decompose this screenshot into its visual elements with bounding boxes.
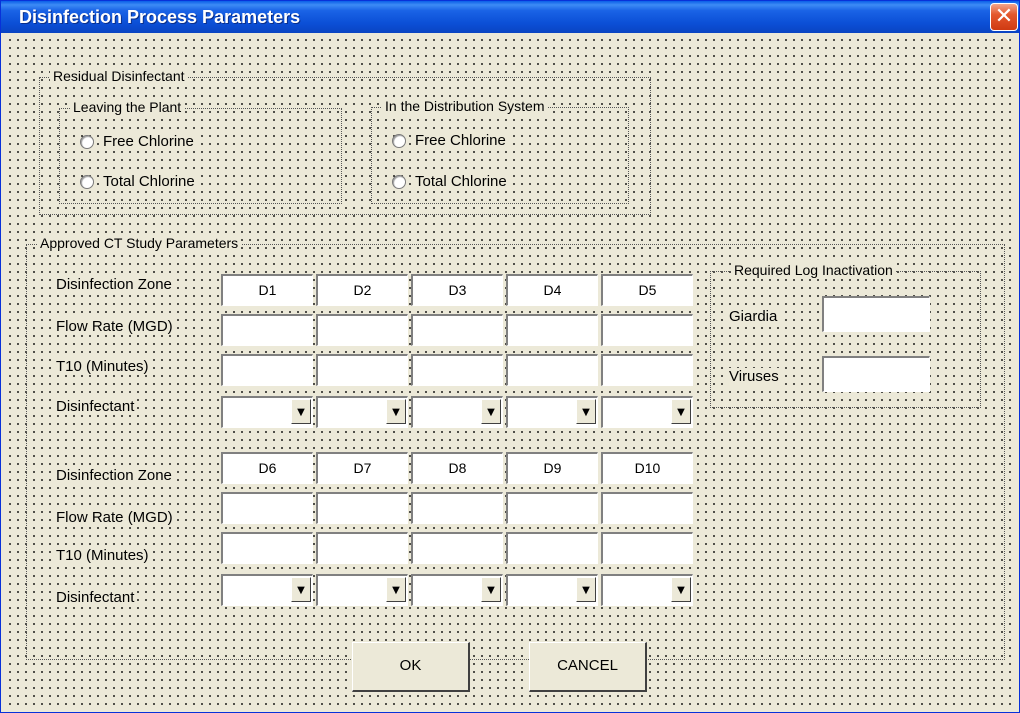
disinfectant-select-d2[interactable]: ▼ [316, 396, 408, 428]
flow-rate-input-d4[interactable] [506, 314, 598, 346]
radio-circle-icon [80, 134, 94, 149]
disinfectant-select-d3[interactable]: ▼ [411, 396, 503, 428]
ok-button[interactable]: OK [352, 642, 470, 692]
row-label-flow-rate-2: Flow Rate (MGD) [53, 509, 176, 526]
radio-label: Total Chlorine [101, 173, 197, 190]
dialog-window: Disinfection Process Parameters ✕ Residu… [0, 0, 1020, 713]
t10-input-d8[interactable] [411, 532, 503, 564]
zone-cell-d6[interactable]: D6 [221, 452, 313, 484]
viruses-input[interactable] [822, 356, 930, 392]
row-label-t10-2: T10 (Minutes) [53, 547, 152, 564]
t10-input-d9[interactable] [506, 532, 598, 564]
t10-input-d3[interactable] [411, 354, 503, 386]
window-title: Disinfection Process Parameters [19, 7, 301, 27]
dropdown-arrow-icon[interactable]: ▼ [481, 399, 501, 424]
radio-label: Free Chlorine [413, 132, 508, 149]
zone-cell-d2[interactable]: D2 [316, 274, 408, 306]
t10-input-d2[interactable] [316, 354, 408, 386]
zone-cell-d8[interactable]: D8 [411, 452, 503, 484]
leaving-free-chlorine-radio[interactable]: Free Chlorine [80, 133, 196, 150]
viruses-label: Viruses [726, 368, 782, 385]
flow-rate-input-d7[interactable] [316, 492, 408, 524]
dialog-client-area: Residual Disinfectant Leaving the Plant … [4, 34, 1016, 710]
dropdown-arrow-icon[interactable]: ▼ [576, 577, 596, 602]
disinfectant-select-d7[interactable]: ▼ [316, 574, 408, 606]
row-label-disinfectant-2: Disinfectant [53, 589, 138, 606]
radio-label: Free Chlorine [101, 133, 196, 150]
giardia-label: Giardia [726, 308, 781, 325]
t10-input-d6[interactable] [221, 532, 313, 564]
t10-input-d10[interactable] [601, 532, 693, 564]
zone-cell-d4[interactable]: D4 [506, 274, 598, 306]
disinfectant-select-d9[interactable]: ▼ [506, 574, 598, 606]
t10-input-d4[interactable] [506, 354, 598, 386]
row-label-disinfection-zone: Disinfection Zone [53, 276, 175, 293]
dropdown-arrow-icon[interactable]: ▼ [481, 577, 501, 602]
dropdown-arrow-icon[interactable]: ▼ [671, 399, 691, 424]
dropdown-arrow-icon[interactable]: ▼ [386, 399, 406, 424]
leaving-total-chlorine-radio[interactable]: Total Chlorine [80, 173, 197, 190]
t10-input-d5[interactable] [601, 354, 693, 386]
zone-cell-d7[interactable]: D7 [316, 452, 408, 484]
zone-cell-d3[interactable]: D3 [411, 274, 503, 306]
disinfectant-select-d10[interactable]: ▼ [601, 574, 693, 606]
flow-rate-input-d6[interactable] [221, 492, 313, 524]
leaving-plant-legend: Leaving the Plant [70, 99, 185, 115]
zone-cell-d1[interactable]: D1 [221, 274, 313, 306]
zone-cell-d9[interactable]: D9 [506, 452, 598, 484]
dropdown-arrow-icon[interactable]: ▼ [576, 399, 596, 424]
radio-circle-icon [392, 174, 406, 189]
ct-study-legend: Approved CT Study Parameters [37, 235, 242, 251]
distribution-system-legend: In the Distribution System [382, 98, 548, 114]
dropdown-arrow-icon[interactable]: ▼ [386, 577, 406, 602]
t10-input-d1[interactable] [221, 354, 313, 386]
radio-label: Total Chlorine [413, 173, 509, 190]
cancel-button[interactable]: CANCEL [529, 642, 647, 692]
disinfectant-select-d1[interactable]: ▼ [221, 396, 313, 428]
log-inactivation-legend: Required Log Inactivation [731, 262, 896, 278]
giardia-input[interactable] [822, 296, 930, 332]
close-icon: ✕ [994, 4, 1014, 29]
distribution-free-chlorine-radio[interactable]: Free Chlorine [392, 132, 508, 149]
distribution-total-chlorine-radio[interactable]: Total Chlorine [392, 173, 509, 190]
disinfectant-select-d4[interactable]: ▼ [506, 396, 598, 428]
dropdown-arrow-icon[interactable]: ▼ [291, 577, 311, 602]
disinfectant-select-d8[interactable]: ▼ [411, 574, 503, 606]
radio-circle-icon [80, 174, 94, 189]
row-label-disinfection-zone-2: Disinfection Zone [53, 467, 175, 484]
flow-rate-input-d1[interactable] [221, 314, 313, 346]
row-label-flow-rate: Flow Rate (MGD) [53, 318, 176, 335]
dropdown-arrow-icon[interactable]: ▼ [671, 577, 691, 602]
flow-rate-input-d9[interactable] [506, 492, 598, 524]
t10-input-d7[interactable] [316, 532, 408, 564]
title-bar[interactable]: Disinfection Process Parameters ✕ [1, 1, 1019, 33]
zone-cell-d10[interactable]: D10 [601, 452, 693, 484]
flow-rate-input-d5[interactable] [601, 314, 693, 346]
disinfectant-select-d6[interactable]: ▼ [221, 574, 313, 606]
row-label-disinfectant: Disinfectant [53, 398, 138, 415]
radio-circle-icon [392, 133, 406, 148]
close-button[interactable]: ✕ [990, 3, 1018, 31]
flow-rate-input-d10[interactable] [601, 492, 693, 524]
row-label-t10: T10 (Minutes) [53, 358, 152, 375]
dropdown-arrow-icon[interactable]: ▼ [291, 399, 311, 424]
disinfectant-select-d5[interactable]: ▼ [601, 396, 693, 428]
flow-rate-input-d3[interactable] [411, 314, 503, 346]
residual-disinfectant-legend: Residual Disinfectant [50, 68, 188, 84]
flow-rate-input-d2[interactable] [316, 314, 408, 346]
flow-rate-input-d8[interactable] [411, 492, 503, 524]
zone-cell-d5[interactable]: D5 [601, 274, 693, 306]
